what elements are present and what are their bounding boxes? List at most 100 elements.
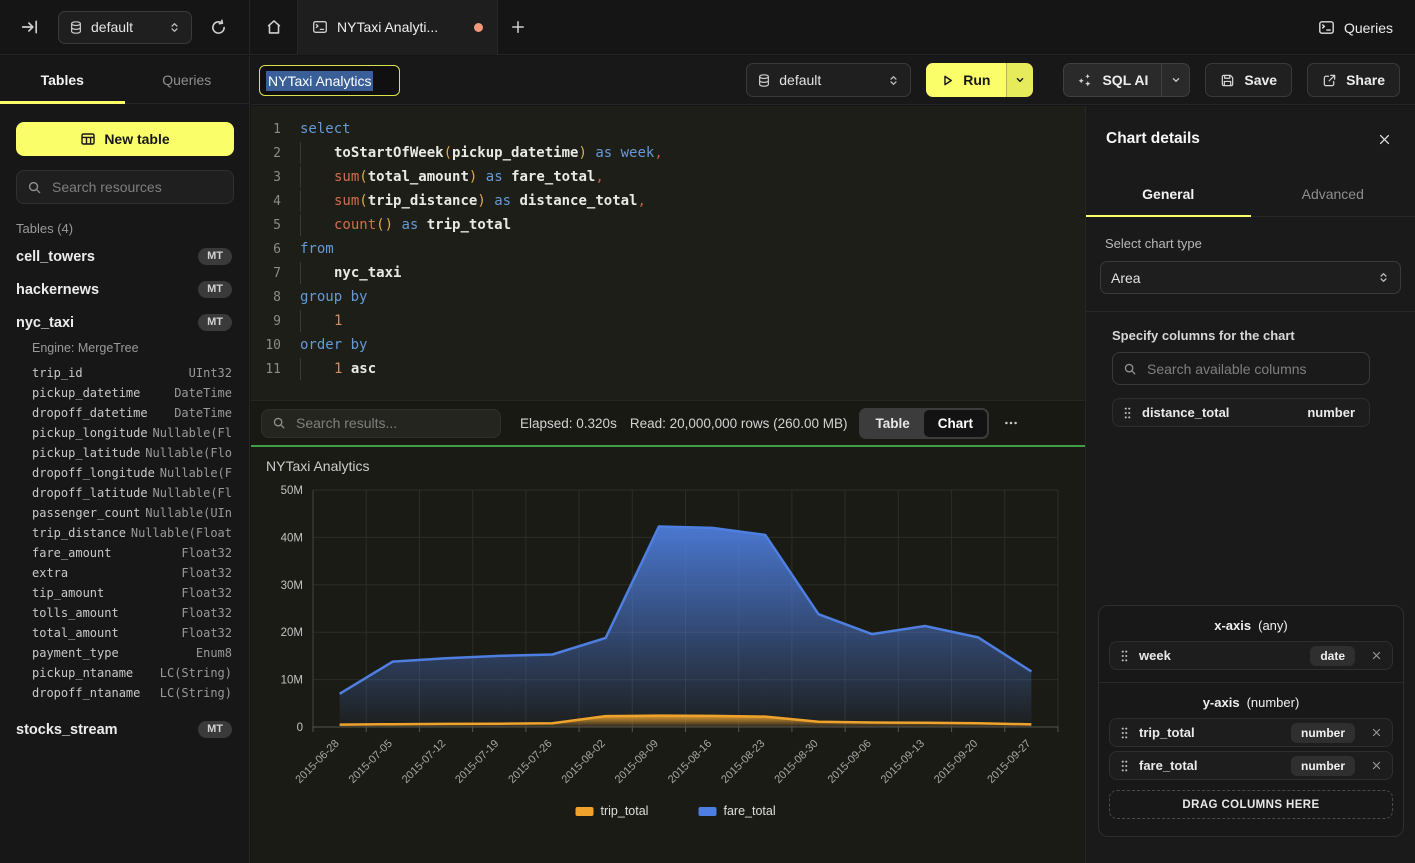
table-row[interactable]: stocks_streamMT <box>0 713 249 746</box>
chip-column-name: fare_total <box>1139 758 1281 773</box>
column-type: LC(String) <box>160 666 232 680</box>
svg-text:2015-08-30: 2015-08-30 <box>772 738 820 786</box>
column-name: pickup_datetime <box>32 386 140 400</box>
svg-text:2015-08-16: 2015-08-16 <box>666 738 714 786</box>
table-engine-badge: MT <box>198 314 232 331</box>
token: ) <box>578 145 586 161</box>
home-icon[interactable] <box>250 0 298 55</box>
sidebar-tab-tables[interactable]: Tables <box>0 56 125 103</box>
database-selector[interactable]: default <box>58 11 192 44</box>
line-number: 3 <box>251 170 281 185</box>
collapse-sidebar-icon[interactable] <box>18 15 42 39</box>
available-columns-list: distance_totalnumber <box>1112 398 1370 431</box>
run-button[interactable]: Run <box>926 63 1033 97</box>
column-name: tolls_amount <box>32 606 119 620</box>
table-row[interactable]: cell_towersMT <box>0 240 249 273</box>
sql-ai-chevron[interactable] <box>1161 64 1189 96</box>
indent-guide <box>300 142 334 164</box>
y-axis-items: trip_totalnumber fare_totalnumber <box>1099 710 1403 786</box>
svg-text:2015-07-05: 2015-07-05 <box>347 738 395 786</box>
panel-tab-advanced[interactable]: Advanced <box>1251 172 1415 216</box>
query-title-value: NYTaxi Analytics <box>266 71 373 91</box>
database-selector[interactable]: default <box>746 63 911 97</box>
run-options-chevron[interactable] <box>1006 63 1033 97</box>
editor-line: 7 nyc_taxi <box>251 261 1085 285</box>
panel-tab-general[interactable]: General <box>1086 172 1251 216</box>
more-options-icon[interactable] <box>998 410 1024 436</box>
svg-text:40M: 40M <box>281 532 303 544</box>
column-name: total_amount <box>32 626 119 640</box>
share-button[interactable]: Share <box>1307 63 1400 97</box>
close-icon[interactable] <box>1373 128 1395 150</box>
token: as <box>595 145 612 161</box>
column-chip-trip_total[interactable]: trip_totalnumber <box>1109 718 1393 747</box>
sidebar-tab-queries[interactable]: Queries <box>125 56 250 103</box>
line-number: 1 <box>251 122 281 137</box>
token: from <box>300 241 334 257</box>
remove-icon[interactable] <box>1371 760 1382 771</box>
column-chip-week[interactable]: weekdate <box>1109 641 1393 670</box>
drag-handle-icon[interactable] <box>1123 406 1132 420</box>
sidebar-tabs: TablesQueries <box>0 56 249 104</box>
column-type: Enum8 <box>196 646 232 660</box>
new-tab-plus-icon[interactable] <box>498 0 538 55</box>
queries-button[interactable]: Queries <box>1312 0 1399 55</box>
token <box>342 361 350 377</box>
table-column-row: pickup_longitudeNullable(Fl <box>0 423 249 443</box>
tab-label: NYTaxi Analyti... <box>337 19 465 35</box>
column-chip-distance_total[interactable]: distance_totalnumber <box>1112 398 1370 427</box>
drag-handle-icon[interactable] <box>1120 649 1129 663</box>
legend-item-trip_total[interactable]: trip_total <box>576 804 649 818</box>
table-column-row: tolls_amountFloat32 <box>0 603 249 623</box>
new-table-button[interactable]: New table <box>16 122 234 156</box>
column-type: Float32 <box>181 626 232 640</box>
svg-text:2015-09-20: 2015-09-20 <box>932 738 980 786</box>
save-button[interactable]: Save <box>1205 63 1292 97</box>
chart-type-value: Area <box>1111 270 1369 286</box>
view-toggle-table[interactable]: Table <box>861 410 923 437</box>
column-name: dropoff_latitude <box>32 486 148 500</box>
table-row[interactable]: hackernewsMT <box>0 273 249 306</box>
drag-handle-icon[interactable] <box>1120 759 1129 773</box>
token: 1 <box>334 313 342 329</box>
chart-type-select[interactable]: Area <box>1100 261 1401 294</box>
chart-type-label: Select chart type <box>1105 236 1202 251</box>
column-type: LC(String) <box>160 686 232 700</box>
table-row[interactable]: nyc_taxiMT <box>0 306 249 339</box>
column-type: DateTime <box>174 386 232 400</box>
remove-icon[interactable] <box>1371 650 1382 661</box>
sql-ai-button[interactable]: SQL AI <box>1063 63 1190 97</box>
x-axis-header: x-axis (any) <box>1099 618 1403 633</box>
column-name: passenger_count <box>32 506 140 520</box>
chevrons-updown-icon <box>1377 271 1390 284</box>
line-number: 7 <box>251 266 281 281</box>
sparkles-icon <box>1077 72 1093 88</box>
remove-icon[interactable] <box>1371 727 1382 738</box>
query-title-input[interactable]: NYTaxi Analytics <box>259 65 400 96</box>
sql-editor[interactable]: 1select2toStartOfWeek(pickup_datetime) a… <box>251 106 1085 400</box>
token: sum <box>334 193 359 209</box>
search-results-input[interactable] <box>294 414 490 432</box>
table-column-row: dropoff_longitudeNullable(F <box>0 463 249 483</box>
refresh-icon[interactable] <box>206 15 230 39</box>
svg-text:2015-06-28: 2015-06-28 <box>293 738 341 786</box>
view-toggle-chart[interactable]: Chart <box>924 410 987 437</box>
results-area-chart: 010M20M30M40M50M2015-06-282015-07-052015… <box>251 447 1085 863</box>
table-column-row: extraFloat32 <box>0 563 249 583</box>
search-resources-input[interactable] <box>50 178 223 196</box>
drag-columns-drop-zone[interactable]: DRAG COLUMNS HERE <box>1109 790 1393 819</box>
column-name: tip_amount <box>32 586 104 600</box>
token: nyc_taxi <box>334 265 401 281</box>
drag-handle-icon[interactable] <box>1120 726 1129 740</box>
token: asc <box>351 361 376 377</box>
legend-item-fare_total[interactable]: fare_total <box>699 804 776 818</box>
elapsed-stat: Elapsed: 0.320s <box>520 416 617 431</box>
search-columns-input[interactable] <box>1145 360 1359 378</box>
indent-guide <box>300 358 334 380</box>
token: as <box>486 169 503 185</box>
token: ) <box>477 193 485 209</box>
svg-text:2015-07-12: 2015-07-12 <box>400 738 448 786</box>
tab-nytaxi-analytics[interactable]: NYTaxi Analyti... <box>298 0 498 55</box>
new-table-label: New table <box>104 131 169 147</box>
column-chip-fare_total[interactable]: fare_totalnumber <box>1109 751 1393 780</box>
